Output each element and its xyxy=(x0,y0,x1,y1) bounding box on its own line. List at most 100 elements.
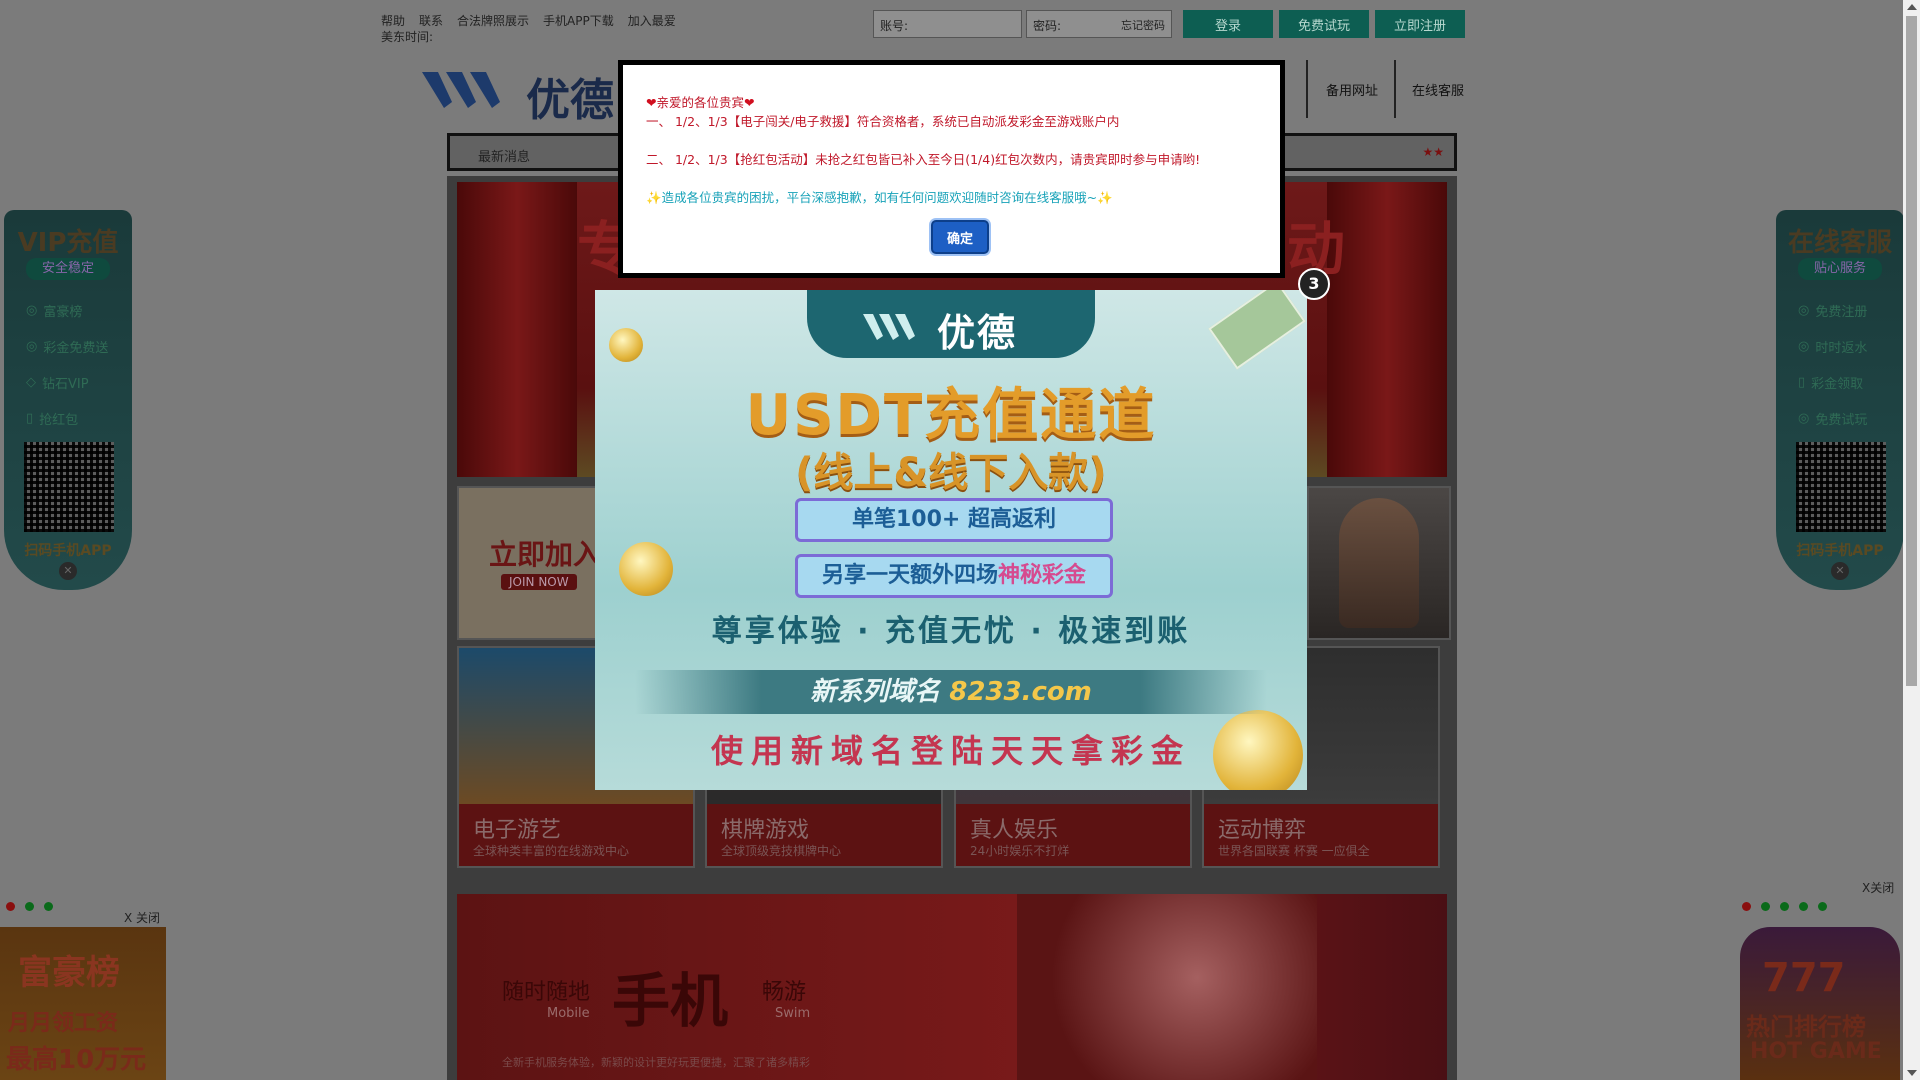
ticker-stars: ★★ xyxy=(1422,145,1444,159)
coin-icon xyxy=(609,328,643,362)
popup-logo-text: 优德 xyxy=(937,311,1018,355)
side-item-label: 时时返水 xyxy=(1815,340,1868,356)
corner-ad-line2: 月月领工资 xyxy=(8,1011,119,1036)
tile-title: 运动博弈 xyxy=(1218,818,1307,843)
bonus-banner: 另享一天额外四场神秘彩金 xyxy=(795,554,1113,598)
mobile-right-en: Swim xyxy=(775,1006,811,1021)
vip-panel-subtitle: 安全稳定 xyxy=(26,258,110,280)
mobile-promo-banner[interactable]: 随时随地 Mobile 手机 畅游 Swim 全新手机服务体验，新颖的设计更好玩… xyxy=(457,894,1447,1080)
side-item-free-trial[interactable]: ◎ 免费试玩 xyxy=(1798,404,1888,432)
register-button[interactable]: 立即注册 xyxy=(1375,10,1465,38)
password-placeholder: 密码: xyxy=(1033,19,1062,33)
app-download-link[interactable]: 手机APP下载 xyxy=(543,12,614,29)
login-button[interactable]: 登录 xyxy=(1183,10,1273,38)
popup-tagline: 尊享体验 · 充值无忧 · 极速到账 xyxy=(711,614,1191,649)
hero-artwork xyxy=(1017,894,1317,1080)
carousel-dot[interactable] xyxy=(1780,902,1789,911)
carousel-dot[interactable] xyxy=(1761,902,1770,911)
bonus-banner-text: 另享一天额外四场 xyxy=(821,563,998,588)
carousel-dot[interactable] xyxy=(1799,902,1808,911)
side-item-label: 富豪榜 xyxy=(43,304,83,320)
side-item-rich-list[interactable]: ◎ 富豪榜 xyxy=(26,296,116,324)
dialog-line-3: ✨造成各位贵宾的困扰，平台深感抱歉，如有任何问题欢迎随时咨询在线客服哦~✨ xyxy=(646,187,1113,206)
gift-icon: ◎ xyxy=(26,338,38,354)
forgot-password-link[interactable]: 忘记密码 xyxy=(1121,17,1165,33)
popup-subtitle: (线上&线下入款) xyxy=(795,450,1107,496)
scroll-thumb[interactable] xyxy=(1906,16,1917,686)
account-input[interactable]: 账号: xyxy=(873,10,1022,38)
corner-ad-777: 777 xyxy=(1762,955,1846,1001)
join-now-en-label: JOIN NOW xyxy=(501,574,577,590)
eastern-time-label: 美东时间: xyxy=(381,30,434,44)
scan-app-label: 扫码手机APP xyxy=(1796,543,1884,559)
carousel-dot[interactable] xyxy=(6,902,15,911)
side-item-diamond-vip[interactable]: ◇ 钻石VIP xyxy=(26,368,116,396)
help-link[interactable]: 帮助 xyxy=(381,12,405,29)
support-panel-subtitle: 贴心服务 xyxy=(1798,258,1882,280)
tile-caption: 棋牌游戏 全球顶级竞技棋牌中心 xyxy=(707,804,941,866)
join-now-promo[interactable]: 立即加入 JOIN NOW xyxy=(457,486,611,640)
carousel-dot[interactable] xyxy=(1742,902,1751,911)
new-domain-label: 新系列域名 xyxy=(810,677,941,707)
popup-title: USDT充值通道 xyxy=(745,383,1157,448)
side-item-label: 抢红包 xyxy=(39,412,79,428)
free-trial-button[interactable]: 免费试玩 xyxy=(1279,10,1369,38)
heart-icon: ❤ xyxy=(646,95,657,110)
add-favorite-link[interactable]: 加入最爱 xyxy=(628,12,676,29)
side-item-free-register[interactable]: ◎ 免费注册 xyxy=(1798,296,1888,324)
tile-caption: 运动博弈 世界各国联赛 杯赛 一应俱全 xyxy=(1204,804,1438,866)
tile-subtitle: 全球种类丰富的在线游戏中心 xyxy=(473,844,630,858)
carousel-dot[interactable] xyxy=(44,902,53,911)
mobile-right-text: 畅游 xyxy=(762,980,807,1005)
sparkle-icon: ✨ xyxy=(646,190,662,205)
close-left-ad-button[interactable]: X 关闭 xyxy=(124,909,160,926)
dialog-line-2: 二、 1/2、1/3【抢红包活动】未抢之红包皆已补入至今日(1/4)红包次数内，… xyxy=(646,152,1201,167)
close-icon[interactable]: ✕ xyxy=(59,562,77,580)
close-right-ad-button[interactable]: X关闭 xyxy=(1862,879,1894,896)
drop-icon: ◎ xyxy=(1798,338,1810,354)
top-bar: 帮助 联系 合法牌照展示 手机APP下载 加入最爱 美东时间: 账号: 密码: … xyxy=(381,8,1465,44)
tile-title: 真人娱乐 xyxy=(970,818,1059,843)
sparkle-icon: ✨ xyxy=(1097,190,1113,205)
license-link[interactable]: 合法牌照展示 xyxy=(457,12,529,29)
model-promo[interactable] xyxy=(1307,486,1451,640)
side-item-free-bonus[interactable]: ◎ 彩金免费送 xyxy=(26,332,116,360)
confirm-button[interactable]: 确定 xyxy=(931,220,989,254)
tile-subtitle: 世界各国联赛 杯赛 一应俱全 xyxy=(1218,844,1370,858)
popup-countdown-close[interactable]: 3 xyxy=(1298,268,1330,300)
usdt-promo-popup[interactable]: 优德 USDT充值通道 (线上&线下入款) 单笔100+ 超高返利 另享一天额外… xyxy=(595,290,1307,790)
mobile-left-en: Mobile xyxy=(547,1006,590,1021)
news-ticker-label: 最新消息 xyxy=(478,150,531,165)
side-item-red-packet[interactable]: ▯ 抢红包 xyxy=(26,404,116,432)
nav-online-support[interactable]: 在线客服 xyxy=(1394,60,1480,118)
password-input[interactable]: 密码: 忘记密码 xyxy=(1026,10,1172,38)
scroll-up-arrow-icon[interactable] xyxy=(1907,4,1917,10)
page-scrollbar[interactable] xyxy=(1903,0,1920,1080)
bonus-banner-highlight: 神秘彩金 xyxy=(998,563,1087,588)
carousel-dot[interactable] xyxy=(25,902,34,911)
user-icon: ◎ xyxy=(1798,302,1810,318)
carousel-dot[interactable] xyxy=(1818,902,1827,911)
side-item-rebate[interactable]: ◎ 时时返水 xyxy=(1798,332,1888,360)
logo-icon[interactable] xyxy=(422,68,522,112)
side-item-label: 彩金领取 xyxy=(1811,376,1864,392)
left-corner-ad[interactable]: 富豪榜 月月领工资 最高10万元 xyxy=(0,927,166,1080)
close-icon[interactable]: ✕ xyxy=(1831,562,1849,580)
tile-caption: 电子游艺 全球种类丰富的在线游戏中心 xyxy=(459,804,693,866)
side-item-label: 钻石VIP xyxy=(42,376,89,392)
mobile-center-text: 手机 xyxy=(612,967,729,1035)
contact-link[interactable]: 联系 xyxy=(419,12,443,29)
side-item-bonus-claim[interactable]: ▯ 彩金领取 xyxy=(1798,368,1888,396)
tile-caption: 真人娱乐 24小时娱乐不打烊 xyxy=(956,804,1190,866)
mobile-left-text: 随时随地 xyxy=(502,980,591,1005)
rebate-banner: 单笔100+ 超高返利 xyxy=(795,498,1113,542)
banknote-icon xyxy=(1208,290,1306,370)
right-corner-ad[interactable]: 777 热门排行榜 HOT GAME xyxy=(1740,927,1900,1080)
nav-backup-url[interactable]: 备用网址 xyxy=(1306,60,1396,118)
gamepad-icon: ◎ xyxy=(1798,410,1810,426)
receipt-icon: ▯ xyxy=(1798,374,1806,390)
left-carousel-dots xyxy=(6,902,53,911)
scroll-down-arrow-icon[interactable] xyxy=(1907,1070,1917,1076)
corner-ad-hot-list: 热门排行榜 xyxy=(1746,1013,1866,1041)
tile-subtitle: 24小时娱乐不打烊 xyxy=(970,844,1070,858)
